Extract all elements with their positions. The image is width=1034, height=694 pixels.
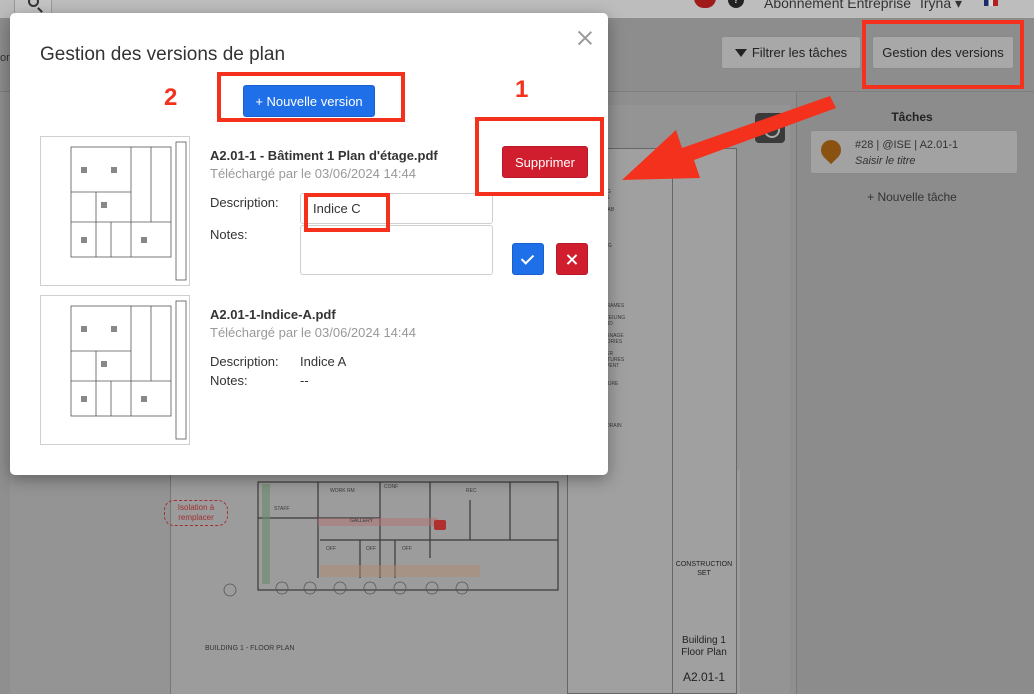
version-thumbnail[interactable] — [40, 136, 190, 286]
annotation-highlight-new-version — [217, 72, 405, 122]
filter-tasks-button[interactable]: Filtrer les tâches — [721, 36, 861, 69]
filter-tasks-label: Filtrer les tâches — [751, 45, 848, 60]
subscription-link[interactable]: Abonnement Entreprise — [764, 0, 911, 11]
annotation-highlight-description — [304, 193, 390, 232]
construction-set-label: CONSTRUCTION SET — [675, 561, 733, 577]
notes-input[interactable] — [300, 225, 493, 275]
drawing-callout[interactable]: Isolation à remplacer — [164, 500, 228, 526]
task-title[interactable]: Saisir le titre — [855, 155, 916, 167]
plan-thumbnail-image — [41, 137, 189, 285]
sheet-number: A2.01-1 — [682, 670, 726, 684]
title-block-edge — [736, 148, 737, 694]
room-label: OFF — [326, 546, 336, 552]
modal-title: Gestion des versions de plan — [40, 44, 286, 65]
room-label: GALLERY — [350, 518, 374, 524]
cancel-edit-button[interactable] — [556, 243, 588, 275]
floor-plan-label: BUILDING 1 - FLOOR PLAN — [205, 645, 295, 652]
description-value: Indice A — [300, 354, 347, 369]
sheet-title: Building 1 Floor Plan — [681, 635, 727, 658]
annotation-highlight-versions — [862, 20, 1024, 89]
description-label: Description: — [210, 354, 279, 369]
room-label: OFF — [402, 546, 412, 552]
room-label: REC — [466, 488, 477, 494]
version-file-name: A2.01-1 - Bâtiment 1 Plan d'étage.pdf — [210, 148, 438, 163]
check-icon — [520, 251, 535, 265]
room-label: OFF — [366, 546, 376, 552]
search-icon — [28, 0, 39, 7]
french-flag-icon[interactable] — [984, 0, 998, 6]
room-label: WORK RM — [330, 488, 355, 494]
version-file-name: A2.01-1-Indice-A.pdf — [210, 307, 336, 322]
confirm-edit-button[interactable] — [512, 243, 544, 275]
close-icon[interactable] — [577, 30, 593, 46]
room-label: STAFF — [274, 506, 289, 512]
annotation-arrow — [622, 96, 836, 180]
version-upload-info: Téléchargé par le 03/06/2024 14:44 — [210, 325, 416, 340]
user-menu[interactable]: Iryna ▾ — [920, 0, 962, 12]
annotation-highlight-delete — [475, 117, 604, 196]
version-upload-info: Téléchargé par le 03/06/2024 14:44 — [210, 166, 416, 181]
room-label: CONF — [384, 484, 398, 490]
description-label: Description: — [210, 195, 279, 210]
annotation-step-1: 1 — [515, 76, 529, 103]
filter-icon — [734, 48, 747, 57]
notes-label: Notes: — [210, 227, 248, 242]
version-thumbnail[interactable] — [40, 295, 190, 445]
plan-thumbnail-image — [41, 296, 189, 444]
notes-value: -- — [300, 373, 309, 388]
task-meta: #28 | @ISE | A2.01-1 — [855, 139, 959, 151]
annotation-step-2: 2 — [164, 84, 178, 111]
notes-label: Notes: — [210, 373, 248, 388]
floor-plan-drawing: WORK RM STAFF CONF GALLERY OFF OFF OFF R… — [223, 481, 559, 597]
title-block-divider — [672, 148, 673, 694]
